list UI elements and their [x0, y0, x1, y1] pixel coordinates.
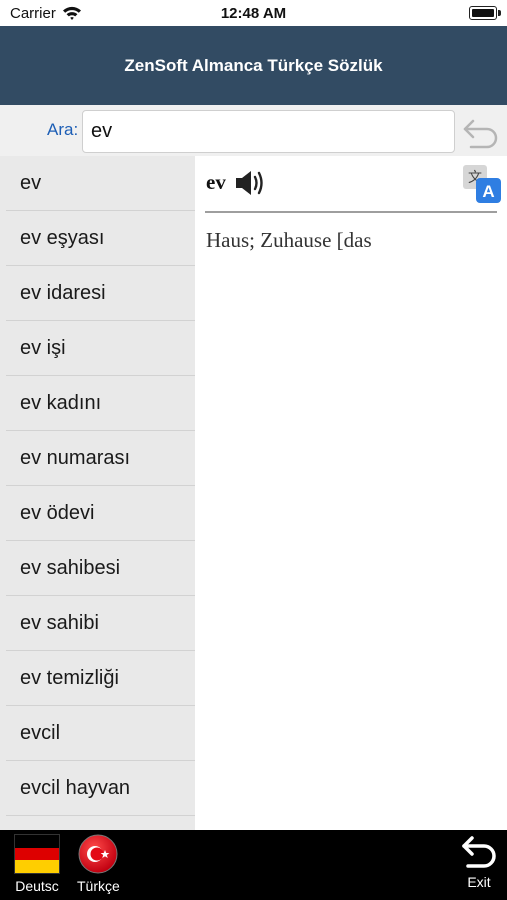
definition-panel: ev 文 A Haus; Zuhause [das [195, 156, 507, 830]
word-list-item[interactable]: ev işi [6, 321, 195, 376]
word-list-item[interactable]: ev [6, 156, 195, 211]
word-list-item[interactable]: ev eşyası [6, 211, 195, 266]
headword: ev [206, 170, 226, 194]
svg-text:A: A [482, 182, 494, 201]
word-list-item[interactable]: evcil hayvan [6, 761, 195, 816]
word-list-item[interactable]: ev temizliği [6, 651, 195, 706]
battery-icon [469, 6, 501, 20]
word-list-item[interactable]: ev idaresi [6, 266, 195, 321]
word-list-item[interactable]: ev sahibi [6, 596, 195, 651]
status-time: 12:48 AM [220, 5, 287, 22]
german-flag-icon [14, 834, 60, 874]
word-list-item[interactable]: ev sahibesi [6, 541, 195, 596]
tab-german-label: Deutsc [15, 878, 59, 894]
word-list-item[interactable]: ev numarası [6, 431, 195, 486]
tab-german[interactable]: Deutsc [14, 834, 60, 894]
word-list-item[interactable]: evcil [6, 706, 195, 761]
word-list-item[interactable]: ev ödevi [6, 486, 195, 541]
search-label: Ara: [47, 120, 79, 139]
search-input[interactable] [82, 110, 455, 153]
exit-label: Exit [467, 874, 491, 890]
search-bar: Ara: [0, 105, 507, 156]
word-list-item[interactable]: ev kadını [6, 376, 195, 431]
status-bar: Carrier 12:48 AM [0, 0, 507, 26]
tab-turkish[interactable]: Türkçe [77, 834, 120, 894]
definition-text: Haus; Zuhause [das [206, 228, 372, 252]
speaker-icon[interactable] [234, 169, 268, 197]
page-title: ZenSoft Almanca Türkçe Sözlük [124, 56, 383, 75]
tab-turkish-label: Türkçe [77, 878, 120, 894]
translate-icon[interactable]: 文 A [463, 165, 501, 203]
undo-icon[interactable] [461, 113, 501, 149]
exit-icon [462, 836, 496, 868]
exit-button[interactable]: Exit [460, 834, 498, 890]
word-list[interactable]: ev ev eşyası ev idaresi ev işi ev kadını ev n… [0, 156, 195, 830]
headword-divider [205, 211, 497, 213]
turkish-flag-icon [78, 834, 118, 874]
navigation-bar: ZenSoft Almanca Türkçe Sözlük [0, 26, 507, 105]
tab-bar: Deutsc Türkçe Exit [0, 830, 507, 900]
